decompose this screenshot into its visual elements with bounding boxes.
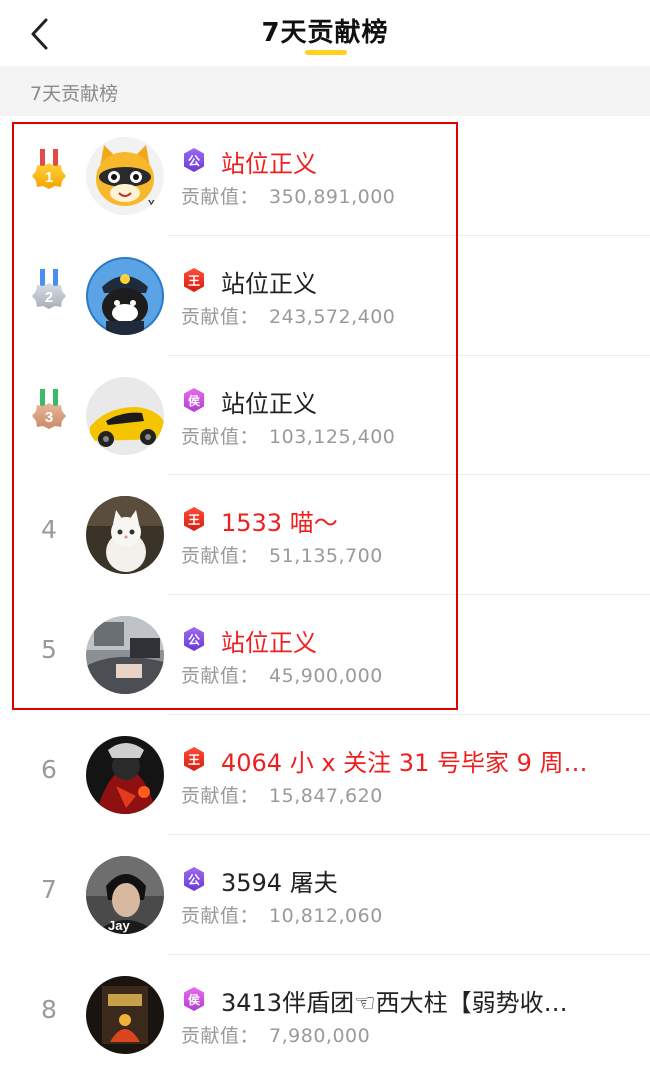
user-name: 站位正义	[221, 389, 317, 418]
contribution-list: 1 Y 公 站位正义 贡献值： 350,891,000 2 王 站位正义 贡献值…	[0, 116, 650, 1074]
list-item[interactable]: 8 侯 3413伴盾团☜西大柱【弱势收… 贡献值： 7,980,000	[0, 955, 650, 1075]
rank-number: 4	[41, 515, 57, 545]
user-name: 站位正义	[221, 269, 317, 298]
svg-text:3: 3	[45, 409, 53, 426]
contribution-value: 贡献值： 10,812,060	[181, 904, 383, 927]
contribution-value: 贡献值： 103,125,400	[181, 425, 396, 448]
rank-number: 7	[41, 874, 57, 904]
list-item[interactable]: 3 侯 站位正义 贡献值： 103,125,400	[0, 356, 650, 476]
avatar: Y	[86, 137, 164, 215]
user-name: 站位正义	[221, 629, 317, 658]
avatar	[86, 735, 164, 814]
section-title: 7天贡献榜	[30, 83, 119, 105]
rank-badge-red-icon: 王	[184, 746, 204, 771]
avatar	[86, 376, 164, 455]
svg-text:Y: Y	[148, 199, 155, 210]
rank-badge-red-icon: 王	[184, 507, 204, 532]
list-item[interactable]: 7 Jay 公 3594 屠夫 贡献值： 10,812,060	[0, 835, 650, 955]
rank-badge-purple-icon: 公	[184, 148, 204, 172]
user-name: 4064 小 x 关注 31 号毕家 9 周…	[221, 748, 588, 777]
user-name: 1533 喵～	[221, 509, 338, 538]
svg-text:1: 1	[45, 169, 53, 186]
contribution-value: 贡献值： 243,572,400	[181, 305, 396, 328]
list-item[interactable]: 1 Y 公 站位正义 贡献值： 350,891,000	[0, 116, 650, 236]
user-name: 3594 屠夫	[221, 868, 338, 897]
svg-text:Jay: Jay	[108, 918, 130, 933]
rank-number: 8	[41, 994, 57, 1024]
svg-text:侯: 侯	[188, 393, 201, 408]
contribution-value: 贡献值： 51,135,700	[181, 545, 383, 568]
rank-badge-pink-icon: 侯	[184, 986, 204, 1011]
svg-text:2: 2	[45, 289, 53, 306]
svg-text:侯: 侯	[188, 992, 201, 1007]
svg-text:公: 公	[188, 154, 200, 168]
page-title: 7天贡献榜	[261, 18, 389, 48]
list-item[interactable]: 6 王 4064 小 x 关注 31 号毕家 9 周… 贡献值： 15,847,6…	[0, 715, 650, 835]
top-bar: 7天贡献榜	[0, 0, 650, 66]
avatar	[86, 616, 164, 695]
list-item[interactable]: 4 王 1533 喵～ 贡献值： 51,135,700	[0, 475, 650, 596]
contribution-value: 贡献值： 15,847,620	[181, 784, 383, 807]
contribution-value: 贡献值： 7,980,000	[181, 1024, 371, 1047]
rank-badge-red-icon: 王	[184, 267, 204, 292]
svg-text:公: 公	[188, 633, 200, 647]
svg-text:王: 王	[188, 513, 200, 527]
active-tab-indicator	[305, 50, 347, 55]
contribution-value: 贡献值： 45,900,000	[181, 665, 383, 688]
svg-text:王: 王	[188, 274, 200, 288]
avatar	[86, 975, 164, 1054]
rank-number: 5	[41, 635, 57, 665]
bronze-medal-icon: 3	[32, 388, 66, 429]
list-item[interactable]: 5 公 站位正义 贡献值： 45,900,000	[0, 595, 650, 715]
contribution-value: 贡献值： 350,891,000	[181, 186, 396, 208]
gold-medal-icon: 1	[32, 149, 66, 189]
section-header: 7天贡献榜	[0, 66, 650, 116]
rank-badge-purple-icon: 公	[184, 866, 204, 891]
rank-badge-pink-icon: 侯	[184, 387, 204, 412]
svg-text:王: 王	[188, 753, 200, 767]
rank-badge-purple-icon: 公	[184, 627, 204, 652]
avatar	[86, 256, 164, 335]
avatar	[86, 496, 164, 575]
list-item[interactable]: 2 王 站位正义 贡献值： 243,572,400	[0, 236, 650, 356]
rank-number: 6	[41, 754, 57, 784]
silver-medal-icon: 2	[32, 268, 66, 309]
svg-text:公: 公	[188, 873, 200, 887]
user-name: 3413伴盾团☜西大柱【弱势收…	[221, 988, 568, 1017]
user-name: 站位正义	[221, 150, 317, 178]
avatar: Jay	[86, 855, 164, 934]
